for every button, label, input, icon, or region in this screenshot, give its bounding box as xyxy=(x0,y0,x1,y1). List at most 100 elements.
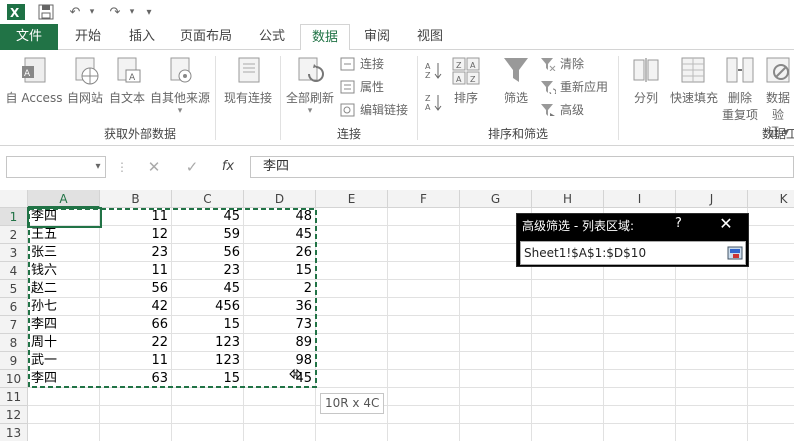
row-header-3[interactable]: 3 xyxy=(0,244,28,262)
cell-k3[interactable] xyxy=(748,244,794,262)
column-header-e[interactable]: E xyxy=(316,190,388,208)
cell-k8[interactable] xyxy=(748,334,794,352)
cell-j10[interactable] xyxy=(676,370,748,388)
dialog-close-button[interactable]: ✕ xyxy=(715,214,737,233)
cell-e2[interactable] xyxy=(316,226,388,244)
cell-b12[interactable] xyxy=(100,406,172,424)
cell-g12[interactable] xyxy=(460,406,532,424)
cell-k4[interactable] xyxy=(748,262,794,280)
cell-d11[interactable] xyxy=(244,388,316,406)
cell-d13[interactable] xyxy=(244,424,316,441)
row-header-7[interactable]: 7 xyxy=(0,316,28,334)
undo-dropdown-icon[interactable]: ▾ xyxy=(86,2,98,22)
tab-view[interactable]: 视图 xyxy=(405,24,455,50)
cell-h12[interactable] xyxy=(532,406,604,424)
sort-button[interactable]: ZAAZ 排序 xyxy=(448,54,484,106)
cell-j8[interactable] xyxy=(676,334,748,352)
column-header-f[interactable]: F xyxy=(388,190,460,208)
cell-i10[interactable] xyxy=(604,370,676,388)
cell-j5[interactable] xyxy=(676,280,748,298)
cell-f12[interactable] xyxy=(388,406,460,424)
cell-f10[interactable] xyxy=(388,370,460,388)
column-header-b[interactable]: B xyxy=(100,190,172,208)
cell-k9[interactable] xyxy=(748,352,794,370)
column-header-j[interactable]: J xyxy=(676,190,748,208)
sort-descending-button[interactable]: ZA xyxy=(425,92,445,112)
tab-data[interactable]: 数据 xyxy=(300,24,350,51)
cell-a13[interactable] xyxy=(28,424,100,441)
cell-f2[interactable] xyxy=(388,226,460,244)
row-header-8[interactable]: 8 xyxy=(0,334,28,352)
cell-b13[interactable] xyxy=(100,424,172,441)
cell-j12[interactable] xyxy=(676,406,748,424)
connections-button[interactable]: 连接 xyxy=(340,54,384,74)
column-header-a[interactable]: A xyxy=(28,190,100,208)
from-other-sources-button[interactable]: 自其他来源 ▾ xyxy=(148,54,212,116)
row-header-6[interactable]: 6 xyxy=(0,298,28,316)
cell-i9[interactable] xyxy=(604,352,676,370)
cell-g11[interactable] xyxy=(460,388,532,406)
row-header-10[interactable]: 10 xyxy=(0,370,28,388)
clear-filter-button[interactable]: 清除 xyxy=(540,54,584,74)
cell-j11[interactable] xyxy=(676,388,748,406)
name-box[interactable] xyxy=(6,156,106,178)
cell-f4[interactable] xyxy=(388,262,460,280)
filter-button[interactable]: 筛选 xyxy=(496,54,536,106)
from-text-button[interactable]: A 自文本 xyxy=(106,54,148,106)
cell-f6[interactable] xyxy=(388,298,460,316)
cell-k11[interactable] xyxy=(748,388,794,406)
formula-input[interactable]: 李四 xyxy=(250,156,794,178)
cell-j13[interactable] xyxy=(676,424,748,441)
tab-insert[interactable]: 插入 xyxy=(116,24,168,50)
tab-review[interactable]: 审阅 xyxy=(352,24,402,50)
tab-home[interactable]: 开始 xyxy=(62,24,114,50)
row-header-11[interactable]: 11 xyxy=(0,388,28,406)
confirm-edit-button[interactable]: ✓ xyxy=(178,156,206,178)
cell-h11[interactable] xyxy=(532,388,604,406)
cell-e5[interactable] xyxy=(316,280,388,298)
select-all-corner[interactable] xyxy=(0,190,28,208)
cell-f1[interactable] xyxy=(388,208,460,226)
row-header-2[interactable]: 2 xyxy=(0,226,28,244)
cell-i13[interactable] xyxy=(604,424,676,441)
name-box-dropdown-icon[interactable]: ▾ xyxy=(92,156,104,178)
advanced-filter-button[interactable]: 高级 xyxy=(540,100,584,120)
list-range-input[interactable]: Sheet1!$A$1:$D$10 xyxy=(520,241,746,265)
cell-g13[interactable] xyxy=(460,424,532,441)
row-header-5[interactable]: 5 xyxy=(0,280,28,298)
redo-icon[interactable]: ↷ xyxy=(104,2,126,22)
cell-f8[interactable] xyxy=(388,334,460,352)
cell-i5[interactable] xyxy=(604,280,676,298)
refresh-all-button[interactable]: 全部刷新 ▾ xyxy=(284,54,336,116)
cell-k2[interactable] xyxy=(748,226,794,244)
cell-k10[interactable] xyxy=(748,370,794,388)
column-header-d[interactable]: D xyxy=(244,190,316,208)
undo-icon[interactable]: ↶ xyxy=(64,2,86,22)
cell-h13[interactable] xyxy=(532,424,604,441)
cell-h8[interactable] xyxy=(532,334,604,352)
reapply-button[interactable]: 重新应用 xyxy=(540,77,608,97)
tab-formulas[interactable]: 公式 xyxy=(246,24,298,50)
cell-c12[interactable] xyxy=(172,406,244,424)
cell-k1[interactable] xyxy=(748,208,794,226)
cell-e8[interactable] xyxy=(316,334,388,352)
cell-i6[interactable] xyxy=(604,298,676,316)
text-to-columns-button[interactable]: 分列 xyxy=(626,54,666,106)
cell-f7[interactable] xyxy=(388,316,460,334)
from-web-button[interactable]: 自网站 xyxy=(64,54,106,106)
cell-f3[interactable] xyxy=(388,244,460,262)
cell-i12[interactable] xyxy=(604,406,676,424)
cell-f5[interactable] xyxy=(388,280,460,298)
cell-f9[interactable] xyxy=(388,352,460,370)
row-header-12[interactable]: 12 xyxy=(0,406,28,424)
cell-k7[interactable] xyxy=(748,316,794,334)
cell-c13[interactable] xyxy=(172,424,244,441)
cell-g10[interactable] xyxy=(460,370,532,388)
cell-i11[interactable] xyxy=(604,388,676,406)
cell-c11[interactable] xyxy=(172,388,244,406)
cell-k12[interactable] xyxy=(748,406,794,424)
flash-fill-button[interactable]: 快速填充 xyxy=(668,54,720,106)
cell-a12[interactable] xyxy=(28,406,100,424)
column-header-c[interactable]: C xyxy=(172,190,244,208)
dialog-help-button[interactable]: ? xyxy=(675,216,682,231)
